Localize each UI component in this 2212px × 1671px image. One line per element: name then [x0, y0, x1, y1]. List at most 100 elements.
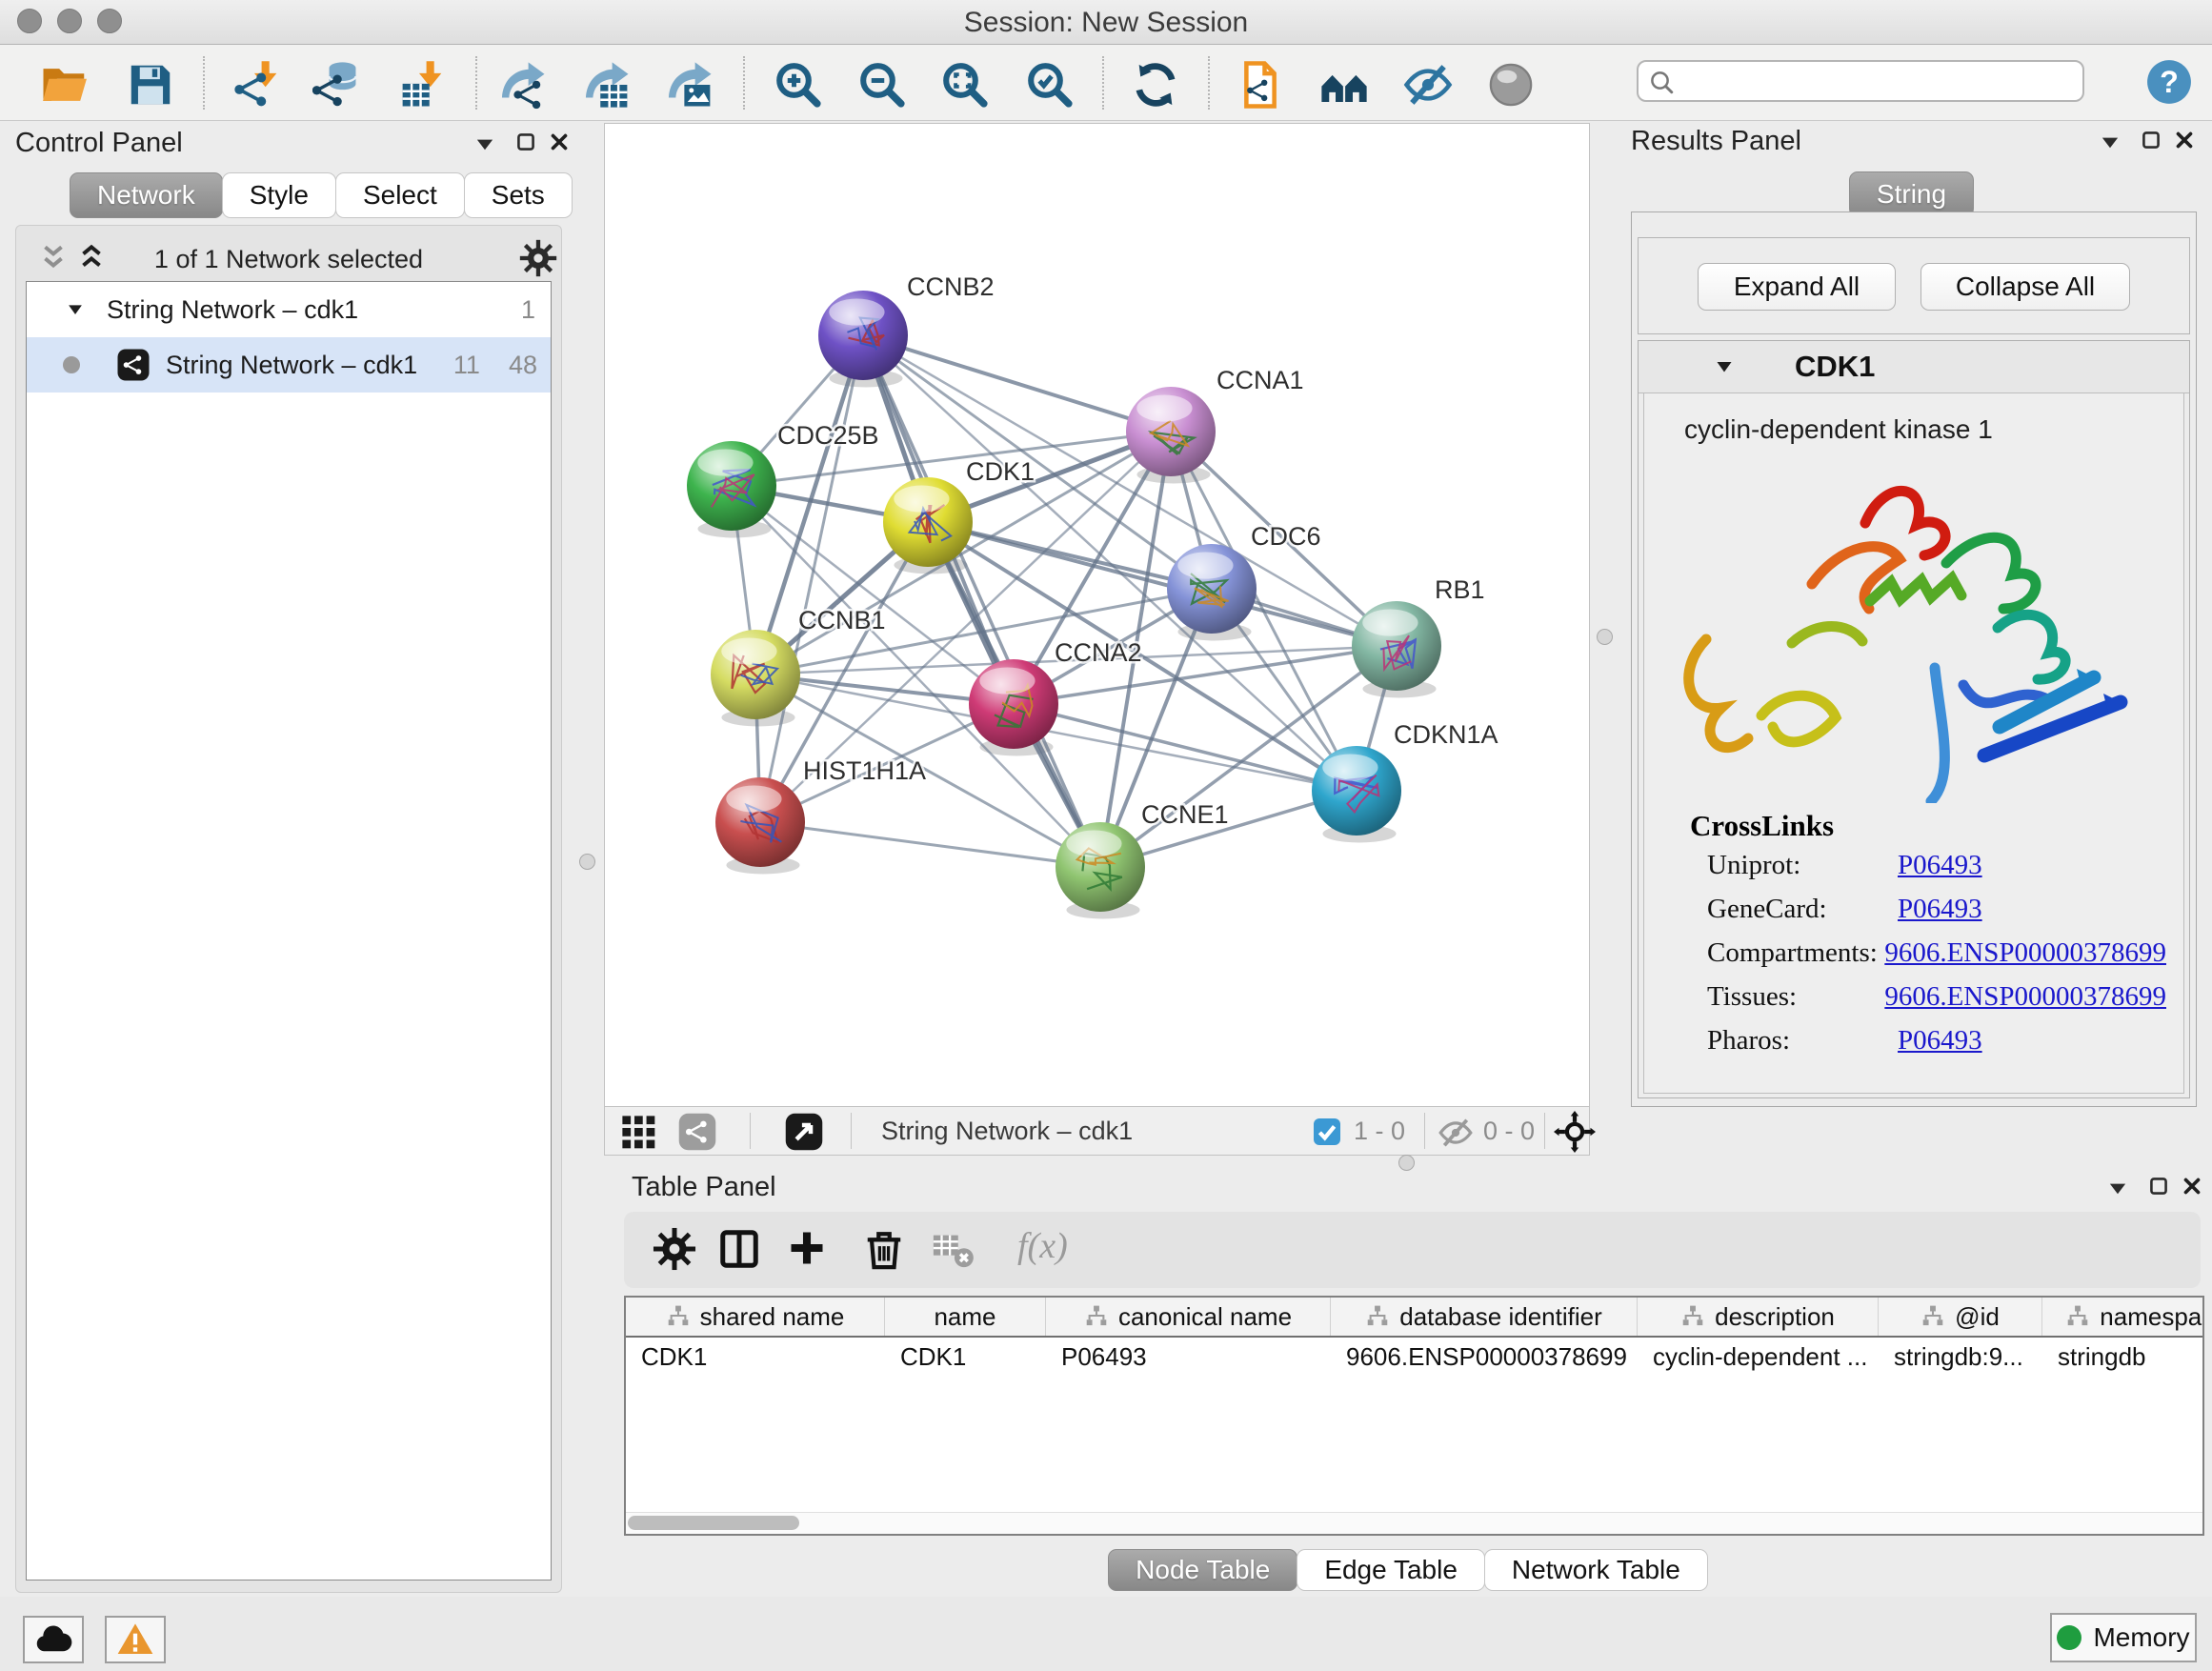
tab-style[interactable]: Style [222, 172, 336, 218]
save-session-button[interactable] [125, 59, 176, 111]
crosslink-link[interactable]: P06493 [1898, 1025, 1982, 1057]
network-graph[interactable]: CCNB2CCNA1CDC25BCDK1CDC6RB1CCNB1CCNA2CDK… [605, 124, 1589, 1107]
show-columns-icon[interactable] [717, 1227, 763, 1273]
edge-HIST1H1A-CCNE1[interactable] [760, 822, 1100, 867]
fit-content-crosshair-icon[interactable] [1554, 1111, 1596, 1153]
hide-unselected-button[interactable] [1402, 59, 1454, 111]
crosslink-link[interactable]: P06493 [1898, 894, 1982, 925]
column-header--id[interactable]: @id [1879, 1298, 2042, 1336]
node-CDK1[interactable] [883, 477, 973, 567]
edge-CDK1-RB1[interactable] [928, 522, 1397, 646]
gray-sphere-button[interactable] [1485, 59, 1537, 111]
horizontal-splitter-handle[interactable] [1398, 1155, 1415, 1171]
zoom-selected-button[interactable] [1024, 59, 1076, 111]
network-options-gear-icon[interactable] [519, 239, 548, 268]
close-panel-icon[interactable] [547, 130, 575, 158]
float-panel-icon[interactable] [2139, 128, 2167, 156]
node-CDC6[interactable] [1167, 544, 1257, 634]
table-row[interactable]: CDK1CDK1P064939606.ENSP00000378699cyclin… [626, 1338, 2204, 1376]
float-panel-icon[interactable] [513, 130, 542, 158]
node-CCNE1[interactable] [1056, 822, 1145, 912]
table-cell[interactable]: P06493 [1046, 1338, 1331, 1376]
warnings-button[interactable] [105, 1616, 166, 1663]
collapse-panel-icon[interactable] [471, 130, 499, 158]
collapse-all-button[interactable]: Collapse All [1920, 263, 2130, 311]
zoom-fit-button[interactable] [939, 59, 991, 111]
delete-column-trash-icon[interactable] [862, 1227, 908, 1273]
node-CCNA2[interactable] [969, 659, 1058, 749]
import-table-button[interactable] [397, 59, 449, 111]
scrollbar-thumb[interactable] [628, 1516, 799, 1530]
column-header-description[interactable]: description [1638, 1298, 1879, 1336]
memory-button[interactable]: Memory [2050, 1613, 2197, 1662]
crosslink-link[interactable]: 9606.ENSP00000378699 [1884, 937, 2166, 969]
network-row[interactable]: String Network – cdk1 11 48 [27, 337, 551, 393]
string-document-button[interactable] [1235, 59, 1286, 111]
import-network-database-button[interactable] [312, 59, 364, 111]
crosslink-link[interactable]: P06493 [1898, 850, 1982, 881]
expand-all-button[interactable]: Expand All [1698, 263, 1896, 311]
function-builder-icon[interactable]: f(x) [1017, 1225, 1068, 1267]
share-view-icon[interactable] [677, 1112, 717, 1152]
close-panel-icon[interactable] [2172, 128, 2201, 156]
node-CDKN1A[interactable] [1312, 746, 1401, 836]
tab-node-table[interactable]: Node Table [1108, 1549, 1297, 1591]
tab-string[interactable]: String [1849, 171, 1974, 217]
grid-view-icon[interactable] [618, 1112, 658, 1152]
export-table-button[interactable] [581, 59, 633, 111]
tab-edge-table[interactable]: Edge Table [1297, 1549, 1485, 1591]
apply-layout-button[interactable] [1130, 59, 1181, 111]
column-header-database-identifier[interactable]: database identifier [1331, 1298, 1638, 1336]
node-HIST1H1A[interactable] [715, 777, 805, 867]
selected-checkbox-icon[interactable] [1312, 1117, 1342, 1147]
export-image-button[interactable] [664, 59, 715, 111]
import-network-file-button[interactable] [232, 59, 284, 111]
table-cell[interactable]: cyclin-dependent ... [1638, 1338, 1879, 1376]
network-canvas[interactable]: CCNB2CCNA1CDC25BCDK1CDC6RB1CCNB1CCNA2CDK… [605, 124, 1589, 1107]
table-options-gear-icon[interactable] [653, 1227, 698, 1273]
node-RB1[interactable] [1352, 601, 1441, 691]
collapse-tree-icon[interactable] [65, 299, 86, 320]
column-header-name[interactable]: name [885, 1298, 1046, 1336]
network-collection-row[interactable]: String Network – cdk1 1 [27, 282, 551, 337]
node-CCNA1[interactable] [1126, 387, 1216, 476]
close-panel-icon[interactable] [2180, 1174, 2208, 1202]
table-cell[interactable]: stringdb [2042, 1338, 2204, 1376]
column-header-namespace[interactable]: namespace [2042, 1298, 2204, 1336]
open-session-button[interactable] [39, 59, 90, 111]
column-header-shared-name[interactable]: shared name [626, 1298, 885, 1336]
birdseye-view-icon[interactable] [784, 1112, 824, 1152]
zoom-in-button[interactable] [773, 59, 824, 111]
help-icon[interactable]: ? [2145, 58, 2193, 106]
edge-CCNB2-CCNA1[interactable] [863, 335, 1171, 432]
left-splitter-handle[interactable] [579, 854, 595, 870]
collapse-panel-icon[interactable] [2103, 1174, 2132, 1202]
float-panel-icon[interactable] [2146, 1174, 2175, 1202]
collapse-entry-icon[interactable] [1713, 355, 1736, 378]
cloud-button[interactable] [23, 1616, 84, 1663]
string-homes-button[interactable] [1318, 59, 1370, 111]
gene-entry-header[interactable]: CDK1 [1639, 341, 2189, 393]
delete-table-icon[interactable] [931, 1227, 976, 1273]
tab-network-table[interactable]: Network Table [1484, 1549, 1708, 1591]
table-cell[interactable]: 9606.ENSP00000378699 [1331, 1338, 1638, 1376]
search-input[interactable] [1688, 65, 2073, 99]
right-splitter-handle[interactable] [1597, 629, 1613, 645]
node-CCNB2[interactable] [818, 291, 908, 380]
table-cell[interactable]: CDK1 [626, 1338, 885, 1376]
table-cell[interactable]: stringdb:9... [1879, 1338, 2042, 1376]
tab-select[interactable]: Select [335, 172, 465, 218]
tab-network[interactable]: Network [70, 172, 223, 218]
node-CDC25B[interactable] [687, 441, 776, 531]
table-cell[interactable]: CDK1 [885, 1338, 1046, 1376]
edge-CCNB2-CCNE1[interactable] [863, 335, 1100, 867]
create-column-plus-icon[interactable] [786, 1227, 832, 1273]
crosslink-link[interactable]: 9606.ENSP00000378699 [1884, 981, 2166, 1013]
column-header-canonical-name[interactable]: canonical name [1046, 1298, 1331, 1336]
hidden-eye-icon[interactable] [1438, 1115, 1474, 1151]
zoom-out-button[interactable] [856, 59, 908, 111]
node-CCNB1[interactable] [711, 630, 800, 719]
edge-CCNB2-HIST1H1A[interactable] [760, 335, 863, 822]
collapse-panel-icon[interactable] [2096, 128, 2124, 156]
tab-sets[interactable]: Sets [464, 172, 573, 218]
